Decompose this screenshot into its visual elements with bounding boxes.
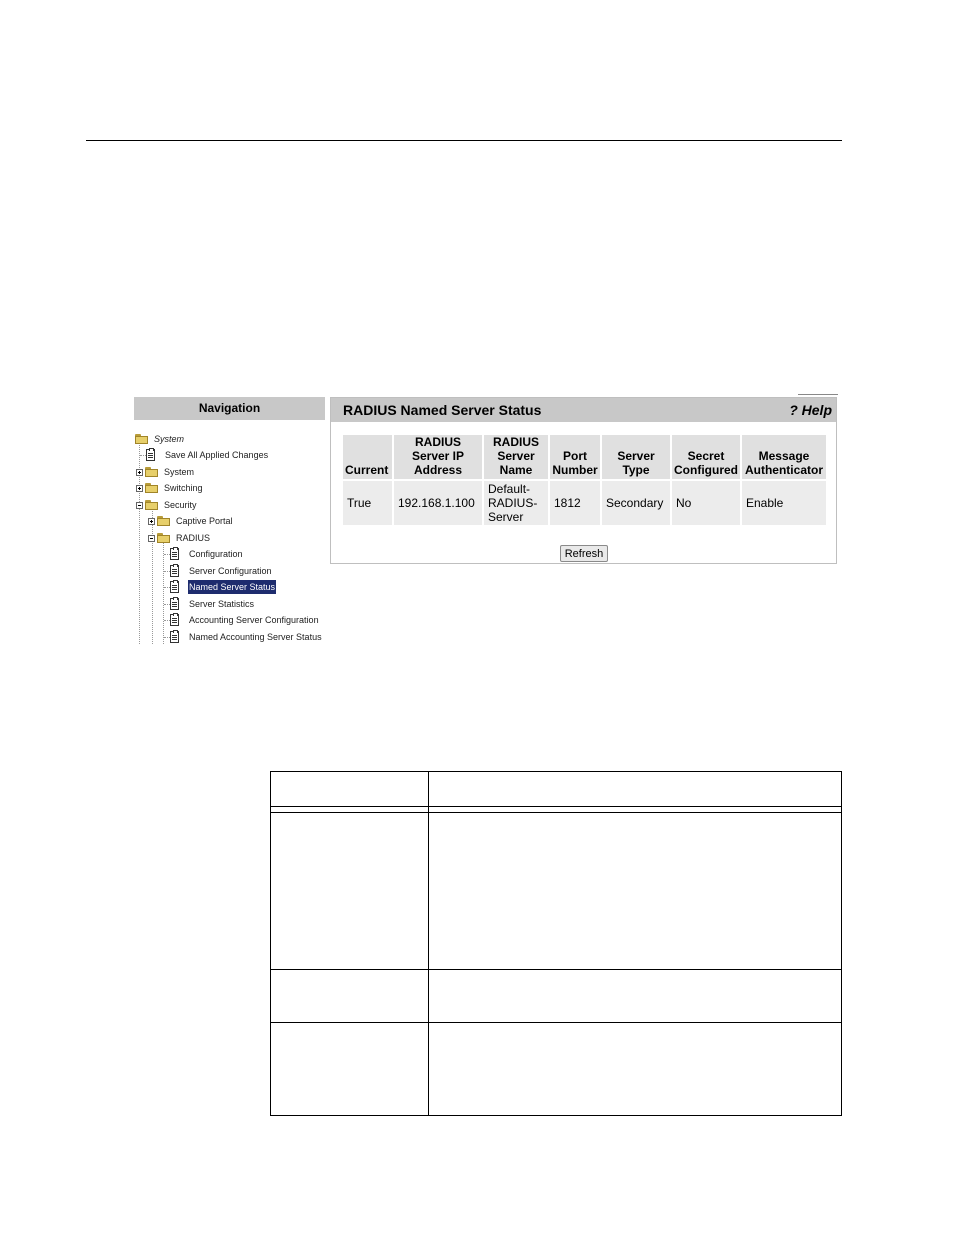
table-row-divider [271,806,841,807]
tree-item-label: Named Server Status [188,580,277,594]
tree-item-label: Security [164,500,197,510]
tree-item-security[interactable]: Security [136,497,198,513]
tree-item-named-server-status[interactable]: Named Server Status [170,579,277,595]
server-status-table: Current RADIUS Server IP Address RADIUS … [341,435,828,525]
open-folder-icon [135,434,149,444]
expand-icon[interactable] [136,484,143,492]
table-header-row: Current RADIUS Server IP Address RADIUS … [343,435,826,479]
table-row: True 192.168.1.100 Default-RADIUS-Server… [343,479,826,525]
tree-item-label: Server Configuration [189,566,272,576]
column-header-ip-address: RADIUS Server IP Address [394,435,482,479]
tree-connector [163,543,164,644]
column-header-current: Current [343,435,392,479]
top-rule [86,140,842,141]
column-header-secret-configured: Secret Configured [672,435,740,479]
page-icon [170,630,179,643]
tree-item-label: System [154,434,185,444]
description-table [270,771,842,1116]
tree-item-label: Server Statistics [189,599,255,609]
tree-item-label: RADIUS [176,533,211,543]
column-header-message-authenticator: Message Authenticator [741,435,826,479]
tree-item-server-configuration[interactable]: Server Configuration [170,563,273,579]
tree-item-system[interactable]: System [136,464,195,480]
expand-icon[interactable] [136,468,143,476]
cell-message-authenticator: Enable [741,479,826,525]
open-folder-icon [145,500,159,510]
tree-item-server-statistics[interactable]: Server Statistics [170,596,255,612]
tree-item-system-root[interactable]: System [135,431,185,447]
tree-item-captive-portal[interactable]: Captive Portal [148,513,234,529]
cell-server-type: Secondary [602,479,670,525]
tree-item-named-accounting-server-status[interactable]: Named Accounting Server Status [170,629,323,644]
cell-ip-address: 192.168.1.100 [394,479,482,525]
tree-item-radius[interactable]: RADIUS [148,530,211,546]
cell-port-number: 1812 [550,479,600,525]
tree-item-label: Named Accounting Server Status [189,632,322,642]
page-icon [146,448,155,461]
collapse-icon[interactable] [148,534,155,542]
table-column-divider [428,772,429,1115]
refresh-button[interactable]: Refresh [560,545,608,562]
navigation-panel: Navigation System Save All Applied Chang… [134,397,325,644]
page-icon [170,564,179,577]
table-row-divider [271,969,841,970]
tree-item-label: Accounting Server Configuration [189,615,319,625]
page-title: RADIUS Named Server Status [343,402,542,418]
page-icon [170,580,179,593]
tree-item-configuration[interactable]: Configuration [170,546,244,562]
tree-item-label: Captive Portal [176,516,233,526]
table-row-divider [271,1022,841,1023]
tree-item-label: Configuration [189,549,243,559]
column-header-server-name: RADIUS Server Name [484,435,548,479]
tree-item-accounting-server-configuration[interactable]: Accounting Server Configuration [170,612,320,628]
cell-current: True [343,479,392,525]
folder-icon [145,467,159,477]
tree-item-label: System [164,467,195,477]
navigation-header: Navigation [134,397,325,420]
page-icon [170,613,179,626]
tree-item-label: Save All Applied Changes [165,450,269,460]
tree-item-label: Switching [164,483,203,493]
folder-icon [145,483,159,493]
help-link[interactable]: ? Help [789,402,832,418]
main-header: RADIUS Named Server Status ? Help [331,398,836,422]
page-icon [170,597,179,610]
column-header-server-type: Server Type [602,435,670,479]
tree-item-switching[interactable]: Switching [136,480,204,496]
expand-icon[interactable] [148,517,155,525]
open-folder-icon [157,533,171,543]
main-panel: RADIUS Named Server Status ? Help Curren… [330,394,838,564]
tree-item-save-all-applied-changes[interactable]: Save All Applied Changes [146,447,269,463]
panel-edge-line [798,394,838,395]
collapse-icon[interactable] [136,501,143,509]
cell-server-name: Default-RADIUS-Server [484,479,548,525]
navigation-tree: System Save All Applied Changes System S… [134,431,325,644]
table-row-divider [271,812,841,813]
column-header-port-number: Port Number [550,435,600,479]
page-icon [170,547,179,560]
folder-icon [157,516,171,526]
cell-secret-configured: No [672,479,740,525]
